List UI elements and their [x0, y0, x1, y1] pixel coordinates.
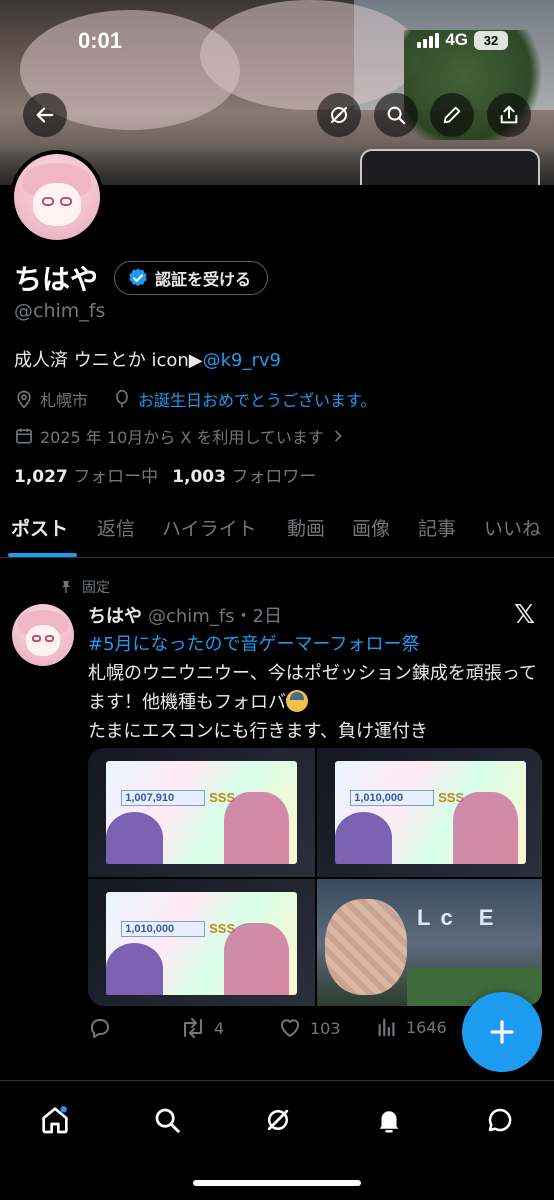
signal-icon: [417, 32, 440, 48]
post-line-2: たまにエスコンにも行きます、負け運付き: [88, 721, 429, 742]
like-count: 103: [310, 1018, 341, 1038]
home-indicator: [193, 1180, 361, 1186]
chevron-right-icon: [335, 430, 342, 442]
media-image-2[interactable]: 1,010,000 SSS: [317, 748, 542, 877]
calendar-icon: [16, 428, 32, 444]
edit-button[interactable]: [430, 93, 474, 137]
network-type: 4G: [445, 30, 468, 49]
post-text: #5月になったので音ゲーマーフォロー祭 札幌のウニウニウー、今はポゼッション錬成…: [88, 630, 538, 746]
profile-bio: 成人済 ウニとか icon▶︎@k9_rv9: [14, 346, 281, 372]
tab-posts[interactable]: ポスト: [11, 514, 68, 541]
pin-icon: [62, 581, 70, 593]
grok-icon: [330, 106, 348, 124]
joined-date: 2025 年 10月から X を利用しています: [40, 428, 324, 447]
balloon-icon: [116, 389, 128, 408]
bio-mention-link[interactable]: @k9_rv9: [203, 350, 281, 371]
heart-icon: [281, 1019, 299, 1037]
analytics-icon: [378, 1018, 395, 1037]
nav-home[interactable]: [35, 1100, 75, 1140]
share-icon: [500, 105, 518, 124]
bell-icon: [379, 1111, 399, 1133]
profile-handle: @chim_fs: [14, 300, 106, 322]
avatar-image: [14, 154, 100, 240]
nav-notifications[interactable]: [369, 1100, 409, 1140]
media-image-4[interactable]: Lc E: [317, 879, 542, 1006]
location-pin-icon: [17, 390, 31, 409]
media-image-3[interactable]: 1,010,000 SSS: [88, 879, 315, 1006]
tab-likes[interactable]: いいね: [484, 514, 541, 541]
post-avatar[interactable]: [12, 604, 74, 666]
get-verified-button[interactable]: 認証を受ける: [114, 261, 269, 295]
search-icon: [387, 106, 406, 125]
active-tab-indicator: [8, 553, 77, 557]
view-count: 1646: [406, 1017, 447, 1037]
banner-car: [360, 149, 540, 185]
chat-bubble-icon: [488, 1108, 512, 1132]
battery-icon: 32: [474, 30, 508, 50]
post-media-grid[interactable]: 1,007,910 SSS 1,010,000 SSS 1,010,000 SSS L…: [88, 748, 542, 1006]
post-line-1: 札幌のウニウニウー、今はポゼッション錬成を頑張ってます！他機種もフォロバ: [88, 663, 537, 713]
post-actions: 4 103 1646: [88, 1016, 458, 1042]
follow-counts: 1,027 フォロー中 1,003 フォロワー: [14, 462, 316, 487]
person-emoji-icon: [286, 690, 308, 712]
retweet-icon: [184, 1018, 202, 1038]
profile-name: ちはや: [14, 263, 99, 296]
post-header: ちはや @chim_fs・2日: [88, 602, 282, 628]
x-logo-icon: 𝕏: [514, 600, 535, 630]
pinned-label: 固定: [58, 577, 110, 597]
status-time: 0:01: [78, 28, 123, 53]
tab-articles[interactable]: 記事: [418, 514, 456, 541]
nav-search[interactable]: [147, 1100, 187, 1140]
grok-icon: [267, 1109, 289, 1131]
media-image-1[interactable]: 1,007,910 SSS: [88, 748, 315, 877]
share-button[interactable]: [487, 93, 531, 137]
retweet-count: 4: [214, 1018, 225, 1038]
search-icon: [155, 1108, 180, 1133]
back-button[interactable]: [23, 93, 67, 137]
compose-post-button[interactable]: [462, 992, 542, 1072]
post-hashtag[interactable]: #5月になったので音ゲーマーフォロー祭: [88, 630, 538, 659]
profile-tabs: ポスト 返信 ハイライト 動画 画像 記事 いいね: [0, 506, 554, 558]
pinned-text: 固定: [82, 580, 110, 596]
nav-grok[interactable]: [258, 1100, 298, 1140]
status-bar: 0:01 4G 32: [0, 0, 554, 80]
reply-button[interactable]: [88, 1016, 112, 1040]
post-handle-time: @chim_fs・2日: [148, 606, 283, 627]
pencil-icon: [443, 106, 461, 124]
blurred-face: [325, 899, 407, 995]
profile-avatar[interactable]: [10, 150, 104, 244]
status-right: 4G 32: [417, 30, 508, 50]
joined-row[interactable]: 2025 年 10月から X を利用しています: [14, 424, 346, 448]
search-button[interactable]: [374, 93, 418, 137]
grok-button[interactable]: [317, 93, 361, 137]
post-author-name[interactable]: ちはや: [88, 602, 142, 628]
following-link[interactable]: 1,027 フォロー中: [14, 462, 158, 487]
bio-text: 成人済 ウニとか icon▶︎: [14, 350, 203, 371]
nav-messages[interactable]: [480, 1100, 520, 1140]
followers-link[interactable]: 1,003 フォロワー: [172, 462, 316, 487]
retweet-button[interactable]: 4: [180, 1016, 224, 1040]
plus-icon: [490, 1020, 514, 1044]
profile-meta-row: 札幌市 お誕生日おめでとうございます。: [14, 387, 376, 411]
nav-divider: [0, 1080, 554, 1081]
tab-videos[interactable]: 動画: [287, 514, 325, 541]
like-button[interactable]: 103: [278, 1016, 341, 1040]
get-verified-label: 認証を受ける: [155, 270, 252, 289]
tab-replies[interactable]: 返信: [97, 514, 135, 541]
profile-location: 札幌市: [40, 391, 89, 410]
back-arrow-icon: [36, 107, 54, 123]
tab-images[interactable]: 画像: [352, 514, 390, 541]
bottom-nav: [0, 1088, 554, 1148]
birthday-link[interactable]: お誕生日おめでとうございます。: [138, 387, 376, 411]
tab-highlights[interactable]: ハイライト: [162, 514, 257, 541]
verified-badge-icon: [129, 268, 147, 287]
home-icon: [42, 1106, 68, 1134]
views-button[interactable]: 1646: [376, 1016, 447, 1038]
reply-icon: [90, 1019, 109, 1038]
name-row: ちはや 認証を受ける: [14, 258, 269, 298]
